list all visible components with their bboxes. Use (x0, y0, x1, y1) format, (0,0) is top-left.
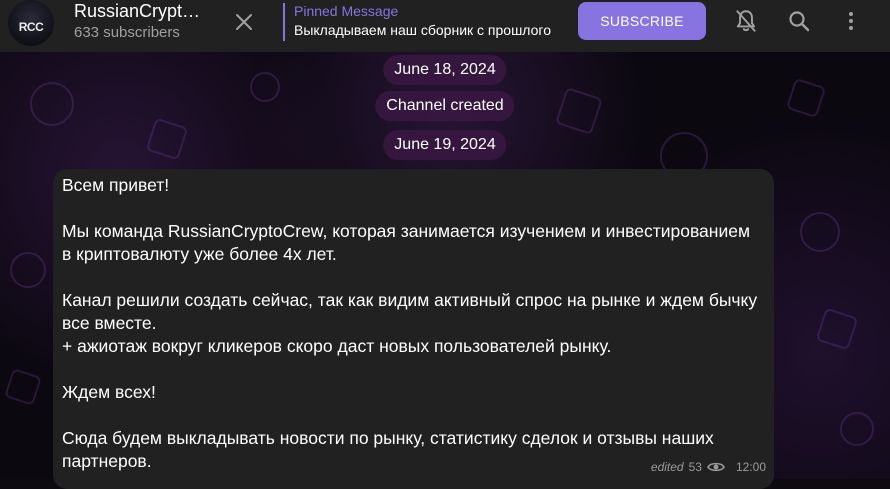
more-vertical-icon (849, 12, 853, 30)
date-separator: June 19, 2024 (383, 130, 507, 160)
view-count: 53 (688, 460, 702, 474)
mute-button[interactable] (731, 6, 761, 36)
more-options-button[interactable] (836, 6, 866, 36)
channel-post[interactable]: Всем привет! Мы команда RussianCryptoCre… (53, 169, 774, 489)
message-time: 12:00 (735, 460, 766, 474)
channel-info[interactable]: RussianCryptoCrew 633 subscribers (74, 0, 204, 43)
message-meta: edited 53 12:00 (651, 460, 766, 474)
search-button[interactable] (784, 6, 814, 36)
pinned-message-text: Выкладываем наш сборник с прошлого (294, 22, 552, 38)
channel-avatar[interactable]: RCC (8, 0, 54, 46)
close-pinned-button[interactable] (230, 8, 258, 36)
edited-label: edited (650, 460, 684, 474)
channel-header: RCC RussianCryptoCrew 633 subscribers Pi… (0, 0, 890, 52)
message-text: Всем привет! Мы команда RussianCryptoCre… (62, 175, 758, 471)
avatar-logo-text: RCC (18, 20, 44, 34)
bell-off-icon (736, 10, 756, 32)
service-message-channel-created: Channel created (375, 91, 515, 121)
eye-icon (707, 462, 725, 472)
subscriber-count: 633 subscribers (74, 24, 180, 41)
search-icon (789, 11, 810, 32)
date-separator: June 18, 2024 (383, 55, 507, 85)
close-icon (236, 14, 252, 30)
pinned-message-title: Pinned Message (294, 3, 399, 19)
subscribe-button[interactable]: SUBSCRIBE (578, 2, 706, 40)
channel-title: RussianCryptoCrew (74, 1, 204, 21)
pinned-message[interactable]: Pinned Message Выкладываем наш сборник с… (283, 3, 564, 41)
